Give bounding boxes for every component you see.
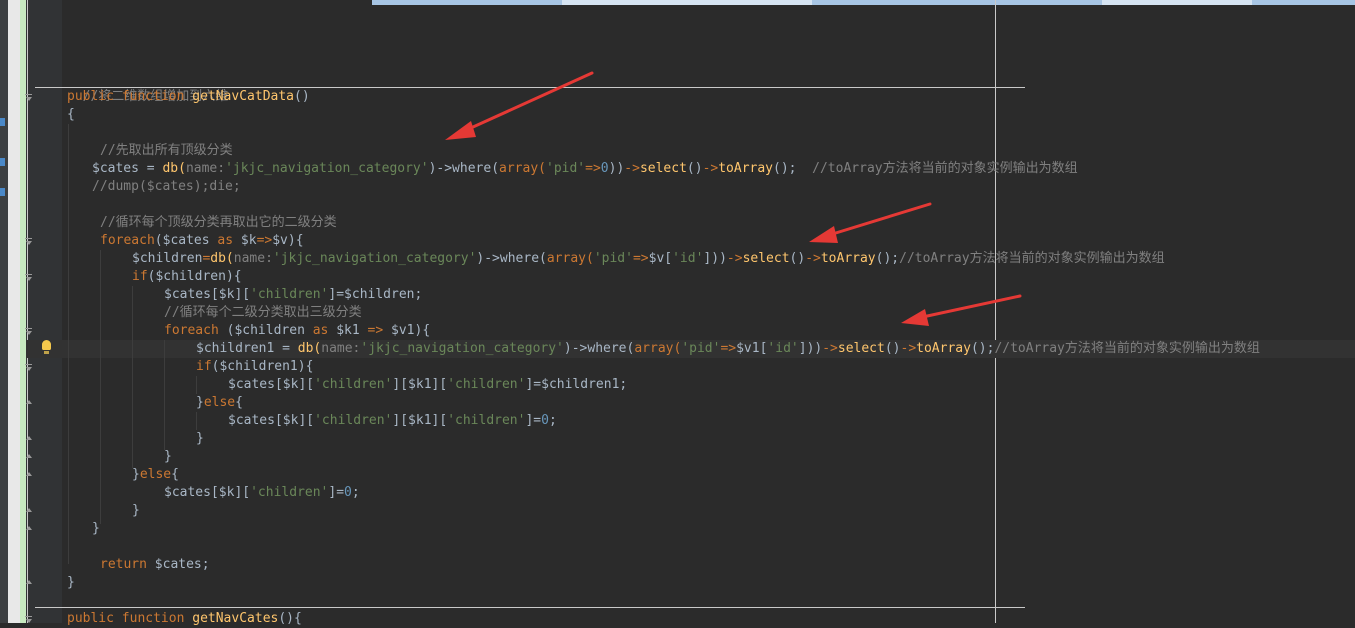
annotation-arrow <box>445 71 594 140</box>
annotation-arrows <box>445 71 1022 326</box>
annotation-arrow <box>809 202 932 243</box>
annotation-arrow <box>901 294 1022 326</box>
